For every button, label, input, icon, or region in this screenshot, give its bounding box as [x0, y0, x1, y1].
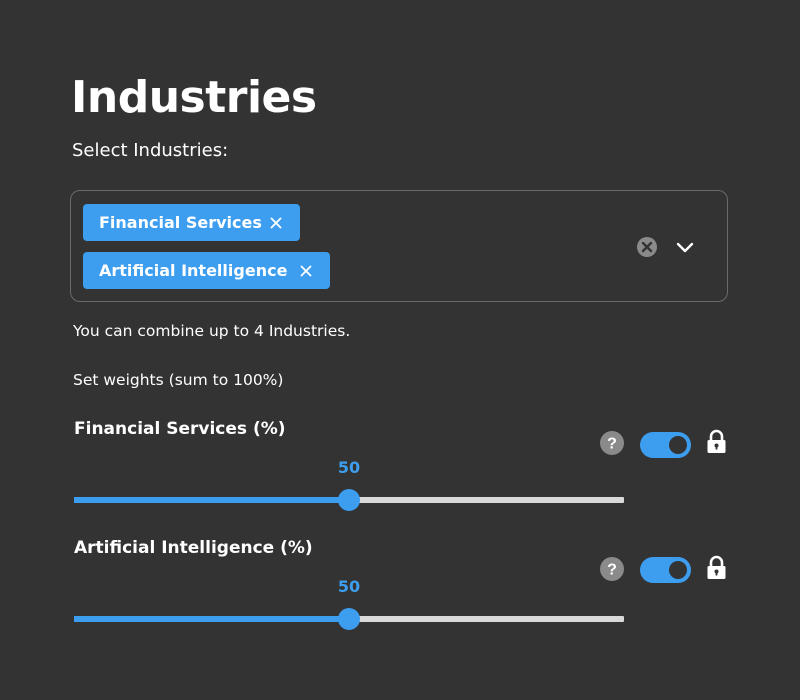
- question-circle-icon[interactable]: ?: [600, 557, 624, 581]
- toggle-financial-services[interactable]: [640, 432, 691, 458]
- slider-thumb[interactable]: [338, 608, 360, 630]
- slider-financial-services[interactable]: 50: [74, 458, 624, 511]
- chip-financial-services: Financial Services: [83, 204, 300, 241]
- chip-artificial-intelligence: Artificial Intelligence: [83, 252, 330, 289]
- industries-hint: You can combine up to 4 Industries.: [73, 322, 351, 340]
- slider-value: 50: [337, 577, 361, 596]
- lock-icon[interactable]: [706, 429, 727, 454]
- slider-artificial-intelligence[interactable]: 50: [74, 577, 624, 630]
- slider-value: 50: [337, 458, 361, 477]
- lock-icon[interactable]: [706, 555, 727, 580]
- chip-label: Artificial Intelligence: [99, 261, 288, 280]
- slider-fill: [74, 497, 349, 503]
- toggle-artificial-intelligence[interactable]: [640, 557, 691, 583]
- clear-circle-icon[interactable]: [636, 236, 658, 258]
- close-icon[interactable]: [268, 215, 284, 231]
- industries-panel: Industries Select Industries: Financial …: [0, 0, 800, 700]
- slider-thumb[interactable]: [338, 489, 360, 511]
- weights-label: Set weights (sum to 100%): [73, 371, 284, 389]
- svg-text:?: ?: [607, 436, 617, 453]
- slider-title-financial-services: Financial Services (%): [74, 419, 286, 439]
- slider-title-artificial-intelligence: Artificial Intelligence (%): [74, 538, 313, 558]
- slider-fill: [74, 616, 349, 622]
- page-title: Industries: [71, 72, 317, 123]
- svg-text:?: ?: [607, 562, 617, 579]
- chevron-down-icon[interactable]: [674, 237, 696, 257]
- toggle-knob: [669, 561, 687, 579]
- question-circle-icon[interactable]: ?: [600, 431, 624, 455]
- select-industries-label: Select Industries:: [72, 140, 229, 161]
- toggle-knob: [669, 436, 687, 454]
- chip-label: Financial Services: [99, 213, 262, 232]
- close-icon[interactable]: [298, 263, 314, 279]
- industries-multiselect[interactable]: Financial Services Artificial Intelligen…: [70, 190, 728, 302]
